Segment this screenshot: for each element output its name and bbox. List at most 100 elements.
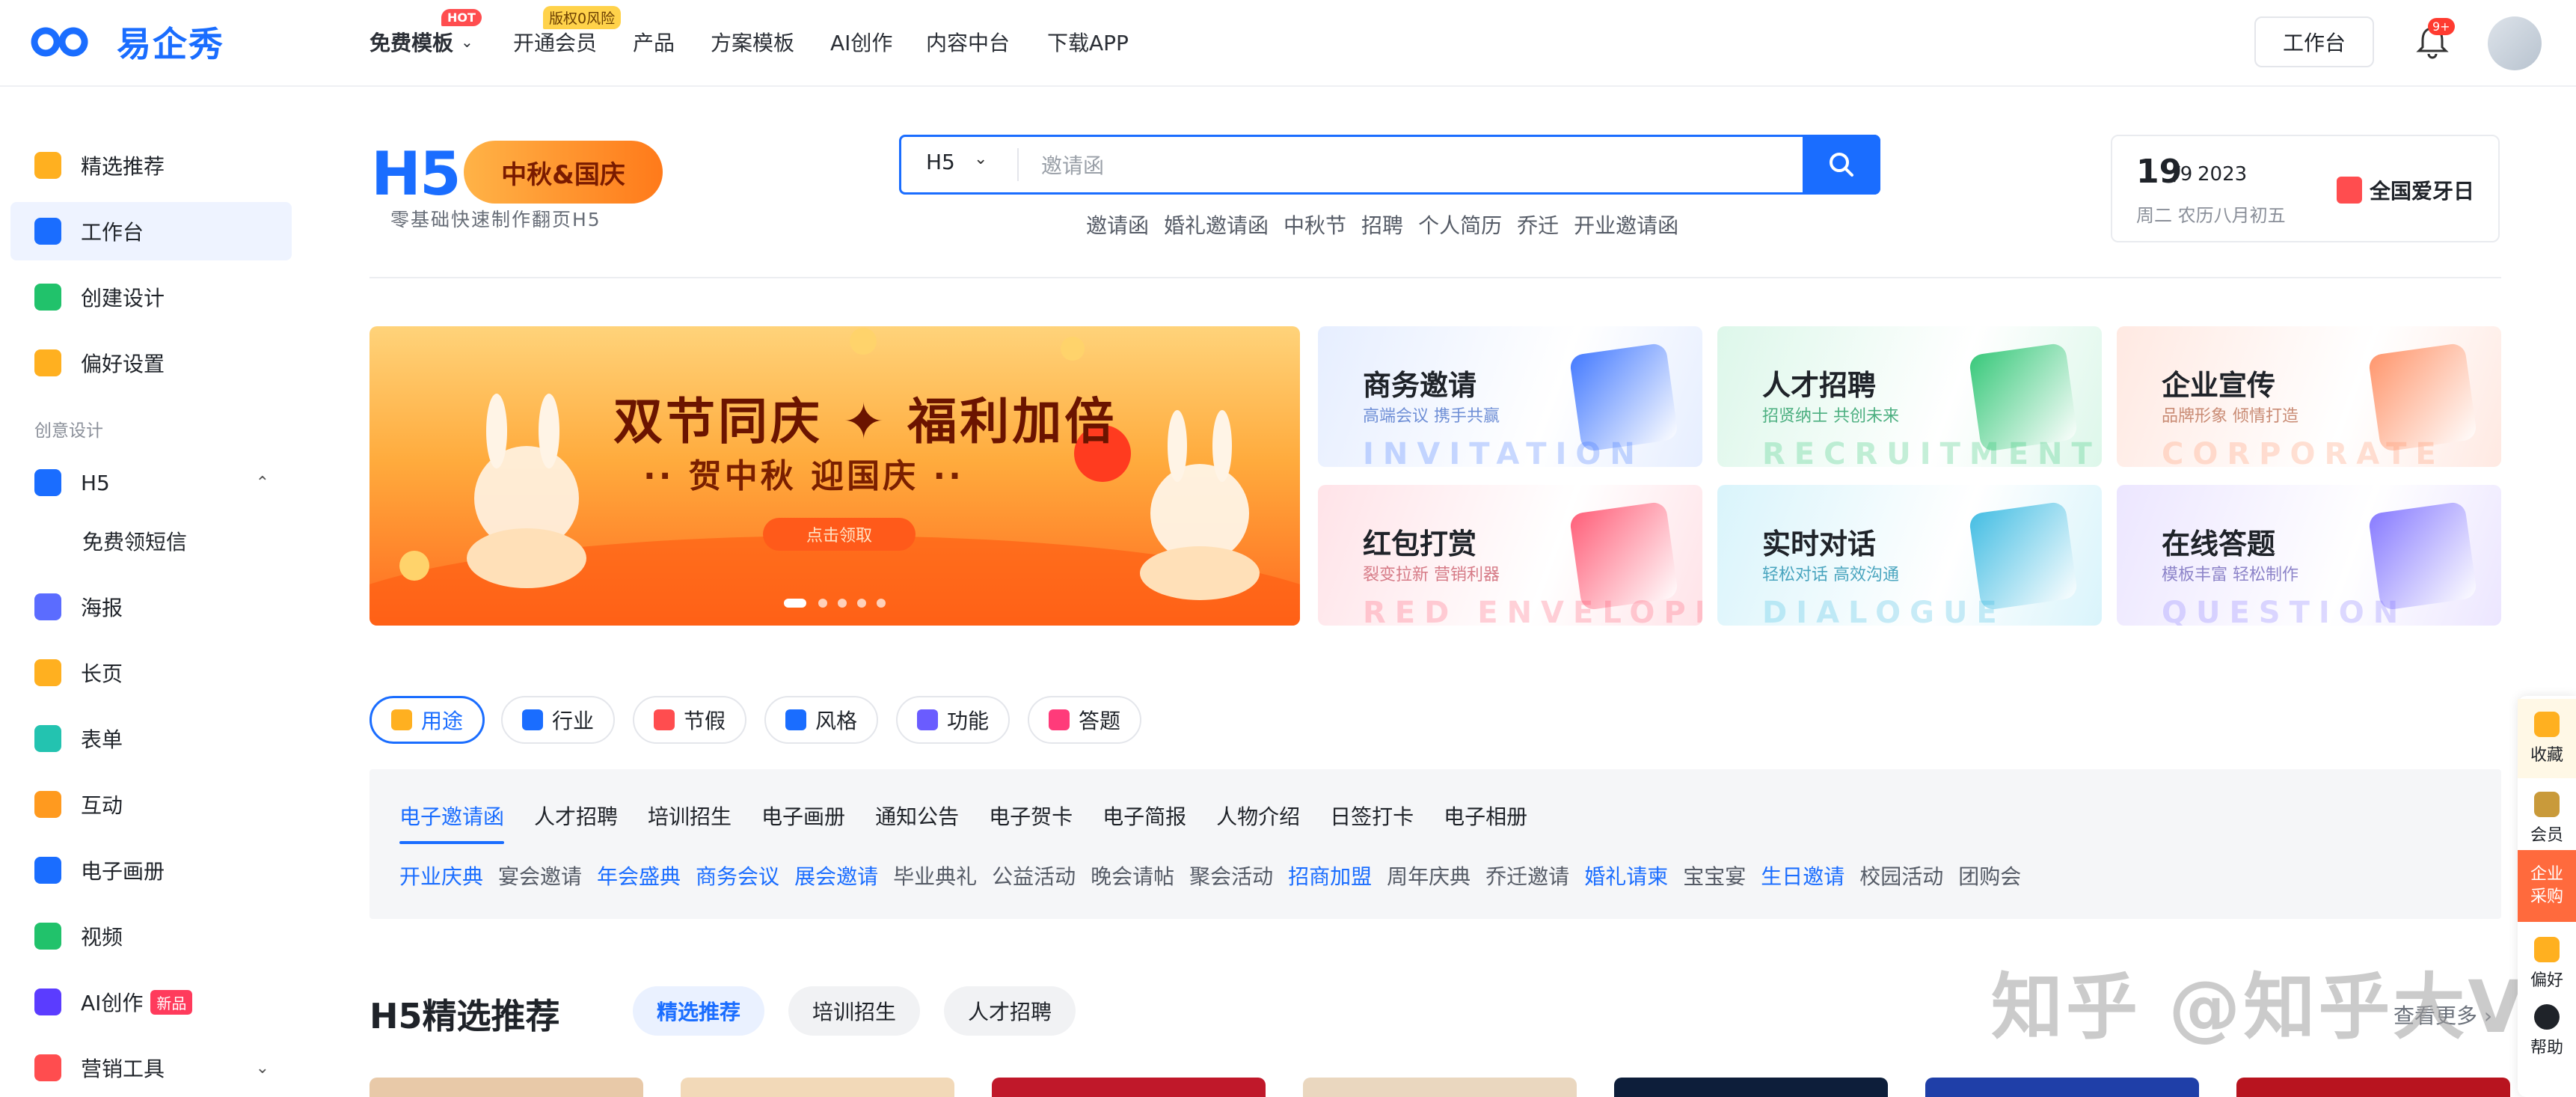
search-input[interactable] [1041,147,1789,184]
sidebar-item[interactable]: 创建设计 [10,268,292,326]
sidebar-item[interactable]: 长页 [10,644,292,702]
nav-download-app[interactable]: 下载APP [1047,22,1129,61]
sidebar-section-label: 创意设计 [34,421,103,441]
floatbar-item[interactable]: 偏好 [2518,928,2576,1000]
chevron-down-icon[interactable]: ⌄ [256,1059,269,1078]
sidebar-item[interactable]: 海报 [10,578,292,636]
filter-chip[interactable]: 节假 [633,696,747,744]
template-thumbnail[interactable] [1925,1078,2199,1097]
nav-free-templates[interactable]: 免费模板 ⌄ [369,22,473,61]
category-tab[interactable]: 日签打卡 [1330,801,1414,831]
category-card[interactable]: 商务邀请 高端会议 携手共赢 INVITATION [1318,326,1702,467]
sidebar-item[interactable]: AI创作 新品 [10,973,292,1031]
floatbar-item[interactable]: 企业采购 [2518,850,2576,922]
floatbar-item[interactable]: 会员 [2518,783,2576,855]
scene-tag[interactable]: 商务会议 [696,861,779,890]
template-thumbnail[interactable] [2236,1078,2510,1097]
hot-word-link[interactable]: 招聘 [1361,210,1403,239]
category-tab[interactable]: 电子简报 [1103,801,1186,831]
sidebar-item[interactable]: 免费领短信 [10,512,292,570]
hot-word-link[interactable]: 中秋节 [1284,210,1346,239]
scene-tag[interactable]: 展会邀请 [794,861,878,890]
template-thumbnail[interactable] [1303,1078,1577,1097]
sidebar-item[interactable]: 偏好设置 [10,334,292,392]
search-button[interactable] [1803,135,1880,195]
category-tab[interactable]: 电子相册 [1444,801,1527,831]
sidebar-item-label: 工作台 [81,220,144,245]
category-tab[interactable]: 人物介绍 [1216,801,1300,831]
scene-tag[interactable]: 年会盛典 [597,861,681,890]
category-card[interactable]: 人才招聘 招贤纳士 共创未来 RECRUITMENT [1717,326,2102,467]
filter-chip[interactable]: 风格 [764,696,879,744]
nav-label: 内容中台 [926,31,1011,55]
festival-name[interactable]: 全国爱牙日 [2370,175,2474,205]
search-type-select[interactable]: H5 [926,150,955,174]
tab-featured[interactable]: 精选推荐 [633,986,765,1036]
sidebar-item[interactable]: 精选推荐 [10,136,292,195]
scene-tag[interactable]: 聚会活动 [1189,861,1273,890]
avatar[interactable] [2488,16,2542,70]
sidebar-item[interactable]: 营销工具 ⌄ [10,1039,292,1097]
claim-button[interactable]: 点击领取 [763,518,916,551]
sidebar-item[interactable]: 互动 [10,775,292,834]
category-tab[interactable]: 电子邀请函 [399,801,504,831]
filter-chip[interactable]: 功能 [896,696,1011,744]
category-tab[interactable]: 电子贺卡 [989,801,1073,831]
scene-tag[interactable]: 校园活动 [1859,861,1943,890]
category-card[interactable]: 红包打赏 裂变拉新 营销利器 RED ENVELOPE [1318,485,1702,626]
scene-tag[interactable]: 宝宝宴 [1683,861,1746,890]
nav-ai-create[interactable]: AI创作 [830,22,892,61]
scene-tag[interactable]: 生日邀请 [1761,861,1844,890]
category-tab[interactable]: 通知公告 [875,801,959,831]
sidebar-item[interactable]: 视频 [10,907,292,965]
workbench-button[interactable]: 工作台 [2254,16,2374,67]
carousel-dot-active[interactable] [784,599,806,608]
category-card[interactable]: 在线答题 模板丰富 轻松制作 QUESTION [2117,485,2501,626]
category-tab[interactable]: 人才招聘 [534,801,618,831]
category-card[interactable]: 实时对话 轻松对话 高效沟通 DIALOGUE [1717,485,2102,626]
scene-tag[interactable]: 婚礼请柬 [1584,861,1668,890]
hot-word-link[interactable]: 婚礼邀请函 [1164,210,1269,239]
template-thumbnail[interactable] [1614,1078,1888,1097]
chevron-up-icon[interactable]: ⌃ [256,474,269,492]
scene-tag[interactable]: 毕业典礼 [893,861,977,890]
nav-solution-templates[interactable]: 方案模板 [711,22,794,61]
floatbar-item[interactable]: 收藏 [2518,699,2576,778]
filter-chip[interactable]: 用途 [369,696,485,744]
template-thumbnail[interactable] [992,1078,1266,1097]
scene-tag[interactable]: 公益活动 [992,861,1076,890]
tab-training[interactable]: 培训招生 [788,986,921,1036]
filter-chip[interactable]: 答题 [1028,696,1142,744]
hot-word-link[interactable]: 开业邀请函 [1574,210,1678,239]
category-card[interactable]: 企业宣传 品牌形象 倾情打造 CORPORATE [2117,326,2501,467]
sidebar-item[interactable]: 表单 [10,709,292,768]
template-thumbnail[interactable] [369,1078,643,1097]
sidebar-item[interactable]: 电子画册 [10,841,292,899]
category-tab[interactable]: 电子画册 [761,801,845,831]
hot-word-link[interactable]: 个人简历 [1418,210,1502,239]
brand-logo[interactable]: 易企秀 [27,18,224,66]
scene-tag[interactable]: 晚会请帖 [1091,861,1174,890]
nav-content-center[interactable]: 内容中台 [926,22,1010,61]
floatbar-item[interactable]: 帮助 [2518,995,2576,1067]
scene-tag[interactable]: 团购会 [1958,861,2021,890]
carousel-dot[interactable] [857,599,866,608]
scene-tag[interactable]: 乔迁邀请 [1485,861,1569,890]
template-thumbnail[interactable] [681,1078,954,1097]
scene-tag[interactable]: 周年庆典 [1387,861,1471,890]
scene-tag[interactable]: 开业庆典 [399,861,483,890]
carousel-dot[interactable] [818,599,827,608]
category-tab[interactable]: 培训招生 [648,801,732,831]
carousel-dot[interactable] [838,599,847,608]
chevron-down-icon[interactable]: ⌄ [974,150,987,168]
sidebar-item[interactable]: 工作台 [10,202,292,260]
filter-chip[interactable]: 行业 [501,696,616,744]
tab-recruitment[interactable]: 人才招聘 [944,986,1076,1036]
scene-tag[interactable]: 宴会邀请 [498,861,582,890]
nav-products[interactable]: 产品 [633,22,675,61]
scene-tag[interactable]: 招商加盟 [1288,861,1372,890]
hot-word-link[interactable]: 邀请函 [1086,210,1149,239]
carousel-dot[interactable] [877,599,886,608]
hot-word-link[interactable]: 乔迁 [1517,210,1559,239]
sidebar-item[interactable]: H5 ⌃ [10,453,292,512]
